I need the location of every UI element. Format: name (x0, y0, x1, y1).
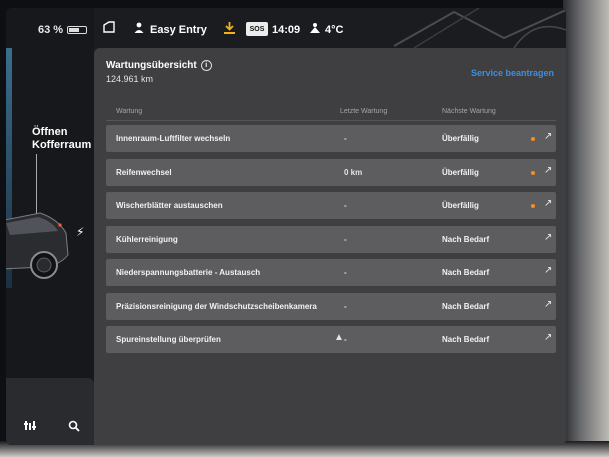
row-last-service: - (344, 134, 347, 143)
charging-bolt-icon: ⚡ (76, 225, 85, 239)
row-last-service: - (344, 201, 347, 210)
row-last-service: - (344, 335, 347, 344)
table-row[interactable]: Niederspannungsbatterie - Austausch - Nach… (106, 259, 556, 286)
column-header-next: Nächste Wartung (442, 108, 496, 115)
profile-name[interactable]: Easy Entry (150, 24, 207, 36)
row-task: Reifenwechsel (116, 167, 172, 177)
outside-temperature: 4°C (325, 24, 344, 36)
clock-time: 14:09 (272, 24, 301, 36)
touch-cursor-icon: ▲ (334, 332, 344, 343)
row-next-service: Nach Bedarf (442, 268, 490, 277)
row-last-service: 0 km (344, 167, 363, 177)
table-row[interactable]: Wischerblätter austauschen - Überfällig ↗ (106, 192, 556, 219)
touchscreen: 63 % Öffnen Kofferraum ⚡ Easy Entry SOS … (6, 8, 566, 445)
status-bar: Easy Entry SOS 14:09 4°C (94, 8, 566, 48)
table-row[interactable]: Kühlerreinigung - Nach Bedarf ↗ (106, 225, 556, 253)
bottom-controls (6, 378, 94, 445)
trunk-label-line1: Öffnen (32, 126, 68, 138)
row-next-service: Nach Bedarf (442, 301, 490, 311)
row-last-service: - (344, 268, 347, 277)
trunk-label-line2: Kofferraum (32, 139, 92, 151)
odometer-reading: 124.961 km (106, 74, 154, 84)
battery-icon (67, 26, 88, 34)
open-arrow-icon[interactable]: ↗ (544, 165, 552, 176)
battery-percent: 63 % (38, 24, 64, 36)
table-row[interactable]: Präzisionsreinigung der Windschutzscheib… (106, 292, 556, 320)
row-next-service: Überfällig (442, 134, 479, 143)
row-task: Kühlerreinigung (116, 234, 178, 244)
row-next-service: Nach Bedarf (442, 335, 490, 344)
row-last-service: - (344, 234, 347, 244)
request-service-link[interactable]: Service beantragen (471, 68, 554, 78)
table-row[interactable]: Innenraum-Luftfilter wechseln - Überfällig… (106, 125, 556, 152)
row-task: Präzisionsreinigung der Windschutzscheib… (116, 301, 317, 311)
sliders-icon[interactable] (24, 420, 36, 434)
map-preview (394, 8, 566, 48)
row-next-service: Nach Bedarf (442, 234, 490, 244)
open-arrow-icon[interactable]: ↗ (544, 198, 552, 209)
open-arrow-icon[interactable]: ↗ (544, 265, 552, 276)
open-arrow-icon[interactable]: ↗ (544, 232, 552, 243)
table-row[interactable]: Reifenwechsel 0 km Überfällig ↗ (106, 158, 556, 186)
row-task: Niederspannungsbatterie - Austausch (116, 268, 261, 277)
sos-icon[interactable]: SOS (246, 22, 268, 36)
open-arrow-icon[interactable]: ↗ (544, 332, 552, 343)
info-icon[interactable]: i (200, 60, 212, 71)
row-next-service: Überfällig (442, 167, 479, 177)
battery-indicator: 63 % (38, 24, 88, 36)
column-header-last: Letzte Wartung (340, 108, 388, 115)
header-divider (106, 120, 556, 121)
row-task: Wischerblätter austauschen (116, 201, 223, 210)
profile-icon[interactable] (134, 22, 144, 36)
table-row[interactable]: Spureinstellung überprüfen - Nach Bedarf ↗ (106, 326, 556, 353)
maintenance-title: Wartungsübersicht i (106, 60, 212, 71)
photo-surround-right (563, 0, 609, 457)
door-icon[interactable] (102, 20, 116, 37)
open-arrow-icon[interactable]: ↗ (544, 131, 552, 142)
download-icon[interactable] (224, 22, 235, 37)
overdue-dot-icon (531, 137, 535, 141)
row-task: Spureinstellung überprüfen (116, 335, 221, 344)
maintenance-title-text: Wartungsübersicht (106, 60, 197, 71)
search-icon[interactable] (68, 420, 80, 435)
airbag-icon (309, 23, 321, 36)
row-next-service: Überfällig (442, 201, 479, 210)
open-arrow-icon[interactable]: ↗ (544, 299, 552, 310)
row-task: Innenraum-Luftfilter wechseln (116, 134, 231, 143)
car-panel: 63 % Öffnen Kofferraum ⚡ (6, 8, 94, 445)
overdue-dot-icon (531, 170, 535, 175)
maintenance-card: Wartungsübersicht i 124.961 km Service b… (94, 48, 566, 445)
overdue-dot-icon (531, 204, 535, 208)
car-icon (6, 212, 69, 279)
row-last-service: - (344, 301, 347, 311)
column-header-task: Wartung (116, 108, 143, 115)
open-trunk-button[interactable]: Öffnen Kofferraum (32, 126, 91, 152)
